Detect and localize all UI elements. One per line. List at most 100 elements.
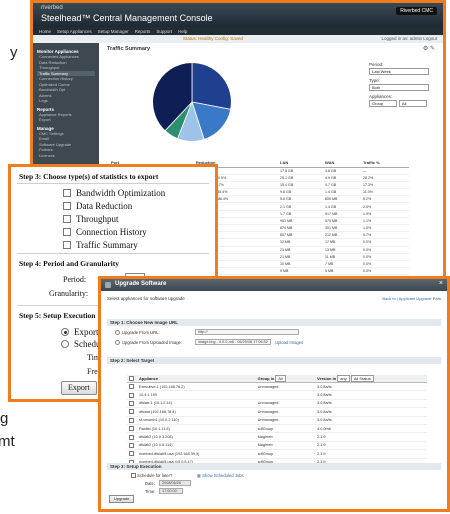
target-cell: 3.0.8a/ts xyxy=(315,399,427,409)
appliances-select[interactable]: Group xyxy=(369,100,397,107)
back-link[interactable]: Back to | Applicant Upgrade Path xyxy=(382,296,441,301)
column-header[interactable]: Traffic % xyxy=(361,159,409,168)
table-cell: 212 MB xyxy=(323,231,362,240)
target-checkbox[interactable] xyxy=(129,392,134,398)
table-cell: 1.0% xyxy=(361,224,409,233)
from-upload-radio[interactable] xyxy=(115,340,120,346)
target-cell: dfslab2 (10.0.3.208) xyxy=(137,432,256,442)
table-cell: 17.5 GB xyxy=(278,167,324,175)
background-text-3: mt xyxy=(0,433,15,450)
target-row[interactable]: riverbed-dfslab5-usa (192.168.39.3) sdfGr… xyxy=(127,449,427,459)
target-cell: 2.1.9 xyxy=(315,449,427,459)
group-filter-select[interactable]: All xyxy=(275,375,286,382)
stat-checkbox[interactable] xyxy=(63,228,71,236)
date-input[interactable]: 2008/06/26 xyxy=(159,480,191,486)
table-cell: 0.0% xyxy=(361,260,409,269)
stat-option-label: Traffic Summary xyxy=(76,240,138,250)
table-cell: 3.6 GB xyxy=(323,167,362,175)
nav-item-2[interactable]: Setup Manager xyxy=(98,29,129,34)
uploaded-image-select[interactable]: image.img - 4.0.0-m6 - 06/25/08 17:06:52 xyxy=(195,339,271,345)
stat-option-label: Throughput xyxy=(76,214,119,224)
table-cell: 0.0% xyxy=(361,246,409,254)
nav-item-5[interactable]: Help xyxy=(178,29,187,34)
table-cell: 4.9 GB xyxy=(323,174,362,182)
appliances-select-2[interactable]: All xyxy=(399,100,427,107)
target-cell: 10.4.1.199 xyxy=(137,390,256,400)
schedule-later-option[interactable]: Schedule for later? xyxy=(131,473,173,479)
export-button[interactable]: Export xyxy=(61,381,97,395)
upgrade-software-dialog: Upgrade Software × Select appliances for… xyxy=(98,276,450,512)
nav-item-3[interactable]: Reports xyxy=(135,29,151,34)
target-row[interactable]: dfswat (192.168.78.4) Unmanaged 3.0.8a/ts xyxy=(127,407,427,417)
type-select[interactable]: Both xyxy=(369,84,429,91)
target-row[interactable]: 10.4.1.199 3.0.8a/ts xyxy=(127,390,427,400)
nav-item-1[interactable]: Setup Appliances xyxy=(57,29,92,34)
table-cell: 575 MB xyxy=(323,217,362,226)
table-cell: 32 MB xyxy=(278,238,324,247)
target-checkbox[interactable] xyxy=(129,417,134,423)
from-upload-option[interactable]: Upgrade From Uploaded Image: xyxy=(115,340,183,346)
target-checkbox[interactable] xyxy=(129,426,134,432)
from-upload-label: Upgrade From Uploaded Image: xyxy=(122,340,183,345)
version-filter-select[interactable]: any xyxy=(337,375,350,382)
riverbed-logo: riverbed xyxy=(41,5,63,11)
table-cell: 11.0% xyxy=(361,188,409,197)
target-row[interactable]: sf-vmsmb1 (10.0.2.110) Unmanaged 3.0.8a/ts xyxy=(127,416,427,425)
target-checkbox[interactable] xyxy=(129,384,134,390)
target-row[interactable]: dfslab2 (10.0.3.208) Maghreb 2.1.9 xyxy=(127,432,427,442)
column-header[interactable]: WAN xyxy=(323,159,362,168)
select-all-checkbox[interactable] xyxy=(129,376,134,382)
target-checkbox[interactable] xyxy=(129,434,134,440)
period-select[interactable]: Last Week xyxy=(369,68,429,75)
select-cell xyxy=(127,441,137,451)
stat-checkbox[interactable] xyxy=(63,189,71,197)
target-cell xyxy=(255,390,316,400)
stat-option[interactable]: Traffic Summary xyxy=(63,240,138,250)
show-scheduled-jobs-link[interactable]: ▦ Show Scheduled Jobs xyxy=(197,473,244,478)
target-row[interactable]: Pablito (10.1.11.5) sdfGroup 4.0.0m6 xyxy=(127,424,427,434)
column-header[interactable]: LAN xyxy=(278,159,324,168)
status-filter-select[interactable]: All Status xyxy=(350,375,374,382)
stat-checkbox[interactable] xyxy=(63,241,71,249)
export-now-radio[interactable] xyxy=(61,328,69,336)
sidebar-item[interactable]: Export xyxy=(37,117,95,123)
target-row[interactable]: Executive-1 (192.168.78.2) Unmanaged 3.0.8… xyxy=(127,382,427,392)
stat-checkbox[interactable] xyxy=(63,215,71,223)
target-cell: Unmanaged xyxy=(255,399,316,409)
stat-option[interactable]: Connection History xyxy=(63,227,147,237)
from-url-radio[interactable] xyxy=(115,330,120,336)
table-cell: 0.0% xyxy=(361,267,409,276)
schedule-later-label: Schedule for later? xyxy=(137,473,173,478)
stat-checkbox[interactable] xyxy=(63,202,71,210)
target-cell: 3.0.8a/ts xyxy=(315,416,427,425)
panel-tools-icon[interactable]: ⚙ ✎ xyxy=(423,45,435,52)
status-bar: Status: Healthy Config: Saved Logged in … xyxy=(33,35,443,43)
target-table: Appliance Group in All Version in any Al… xyxy=(127,375,427,467)
login-info[interactable]: Logged in as: admin Logout xyxy=(381,36,437,41)
target-row[interactable]: dfslab-1 (10.1.2.14) Unmanaged 3.0.8a/ts xyxy=(127,399,427,409)
target-row[interactable]: dfslab2 (10.0.5.114) Maghreb 2.1.9 xyxy=(127,441,427,451)
dialog-header: Upgrade Software × xyxy=(101,279,447,291)
target-checkbox[interactable] xyxy=(129,400,134,406)
stat-option[interactable]: Throughput xyxy=(63,214,119,224)
nav-item-0[interactable]: Home xyxy=(39,29,51,34)
close-icon[interactable]: × xyxy=(439,280,443,287)
type-label: Type: xyxy=(369,78,381,83)
schedule-later-checkbox[interactable] xyxy=(131,473,136,479)
sidebar-item[interactable]: Licenses xyxy=(37,153,95,159)
upgrade-button[interactable]: Upgrade xyxy=(109,495,135,503)
step3-heading: Step 3: Setup Execution xyxy=(107,463,441,470)
target-checkbox[interactable] xyxy=(129,451,134,457)
nav-item-4[interactable]: Support xyxy=(156,29,172,34)
target-checkbox[interactable] xyxy=(129,409,134,415)
target-cell: sdfGroup xyxy=(255,449,316,459)
from-url-option[interactable]: Upgrade From URL: xyxy=(115,330,160,336)
sidebar-item[interactable]: Logs xyxy=(37,98,95,104)
schedule-radio[interactable] xyxy=(61,340,69,348)
time-input[interactable]: 17:00:00 xyxy=(159,488,183,494)
url-input[interactable]: http:// xyxy=(195,329,299,335)
stat-option[interactable]: Data Reduction xyxy=(63,201,132,211)
target-checkbox[interactable] xyxy=(129,442,134,448)
upload-images-link[interactable]: Upload Images xyxy=(275,340,303,345)
stat-option[interactable]: Bandwidth Optimization xyxy=(63,188,165,198)
